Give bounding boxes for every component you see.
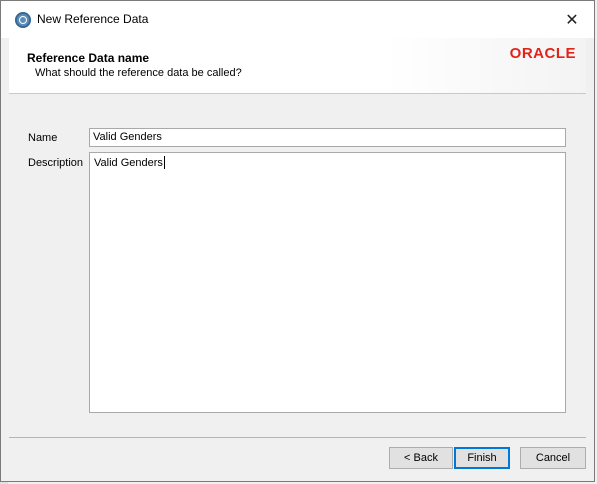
- window-title: New Reference Data: [37, 12, 149, 26]
- header-subtitle: What should the reference data be called…: [35, 67, 242, 79]
- new-reference-data-dialog: New Reference Data ✕ Reference Data name…: [0, 0, 595, 482]
- back-button[interactable]: < Back: [389, 447, 453, 469]
- close-button[interactable]: ✕: [550, 1, 594, 38]
- name-label: Name: [28, 132, 58, 144]
- description-textarea-value: Valid Genders: [94, 157, 163, 169]
- description-textarea[interactable]: Valid Genders: [89, 152, 566, 413]
- app-icon: [15, 12, 31, 28]
- wizard-header: Reference Data name What should the refe…: [9, 38, 586, 94]
- cancel-button[interactable]: Cancel: [520, 447, 586, 469]
- finish-button[interactable]: Finish: [454, 447, 510, 469]
- footer-separator: [9, 437, 586, 438]
- header-title: Reference Data name: [27, 51, 150, 65]
- oracle-logo: ORACLE: [509, 45, 576, 62]
- close-icon: ✕: [565, 10, 579, 29]
- name-input[interactable]: Valid Genders: [89, 128, 566, 147]
- description-label: Description: [28, 157, 84, 169]
- name-input-value: Valid Genders: [93, 131, 162, 143]
- title-bar[interactable]: New Reference Data ✕: [1, 1, 594, 38]
- text-caret: [163, 156, 165, 169]
